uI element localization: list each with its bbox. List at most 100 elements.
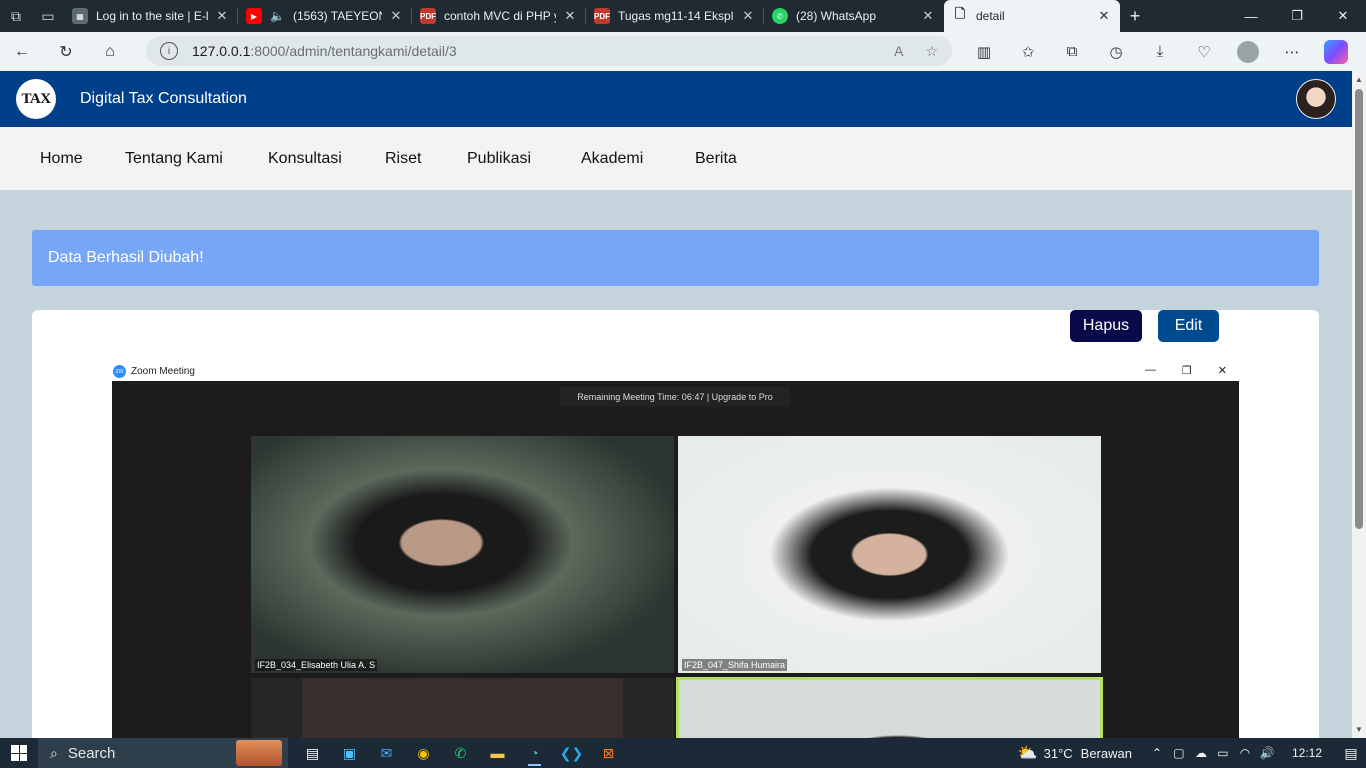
start-button[interactable] bbox=[0, 738, 38, 768]
favorites-icon[interactable]: ✩ bbox=[1006, 43, 1050, 61]
more-options-icon[interactable]: ⋯ bbox=[1270, 43, 1314, 61]
delete-button[interactable]: Hapus bbox=[1070, 310, 1142, 342]
browser-tab-youtube[interactable]: ▶ 🔈 (1563) TAEYEON ✕ bbox=[238, 0, 412, 32]
zoom-window-title: Zoom Meeting bbox=[131, 366, 195, 377]
whatsapp-icon[interactable]: ✆ bbox=[442, 738, 479, 768]
notification-icon[interactable]: ▤ bbox=[1336, 745, 1366, 762]
tab-actions-icon[interactable]: ▭ bbox=[32, 0, 64, 32]
close-tab-icon[interactable]: ✕ bbox=[214, 8, 230, 24]
windows-taskbar: ⌕ Search ▤ ▣ ✉ ◉ ✆ ▬ ◔ ❮❯ ⊠ ⛅ 31°C Beraw… bbox=[0, 738, 1366, 768]
scroll-up-icon[interactable]: ▲ bbox=[1355, 75, 1363, 84]
tab-title: (28) WhatsApp bbox=[796, 9, 877, 23]
restore-icon[interactable]: ❐ bbox=[1274, 0, 1320, 32]
xampp-icon[interactable]: ⊠ bbox=[590, 738, 627, 768]
site-info-icon[interactable]: i bbox=[160, 42, 178, 60]
zoom-video-area: Remaining Meeting Time: 06:47 | Upgrade … bbox=[112, 381, 1239, 750]
zoom-timer: Remaining Meeting Time: 06:47 | Upgrade … bbox=[560, 387, 790, 407]
close-tab-icon[interactable]: ✕ bbox=[388, 8, 404, 24]
site-brand[interactable]: Digital Tax Consultation bbox=[80, 90, 247, 108]
browser-tab-pdf-mvc[interactable]: PDF contoh MVC di PHP y ✕ bbox=[412, 0, 586, 32]
close-tab-icon[interactable]: ✕ bbox=[1096, 8, 1112, 24]
home-icon[interactable]: ⌂ bbox=[88, 32, 132, 71]
url-path: :8000/admin/tentangkami/detail/3 bbox=[250, 43, 457, 59]
profile-avatar[interactable] bbox=[1237, 40, 1259, 63]
nav-berita[interactable]: Berita bbox=[695, 150, 737, 168]
new-tab-button[interactable]: + bbox=[1120, 6, 1150, 27]
search-highlight-icon bbox=[236, 740, 282, 766]
downloads-icon[interactable]: ⤓ bbox=[1138, 43, 1182, 60]
close-tab-icon[interactable]: ✕ bbox=[740, 8, 756, 24]
battery-icon[interactable]: ▭ bbox=[1212, 746, 1234, 760]
url-input[interactable]: i 127.0.0.1:8000/admin/tentangkami/detai… bbox=[146, 36, 952, 66]
browser-tab-moodle[interactable]: ▦ Log in to the site | E-le ✕ bbox=[64, 0, 238, 32]
scroll-thumb[interactable] bbox=[1355, 89, 1363, 529]
nav-home[interactable]: Home bbox=[40, 150, 83, 168]
vscode-icon[interactable]: ❮❯ bbox=[553, 738, 590, 768]
browser-toolbar: ▥ ✩ ⧉ ◷ ⤓ ♡ ⋯ bbox=[962, 32, 1348, 71]
site-header: TAX Digital Tax Consultation bbox=[0, 71, 1352, 127]
window-controls: — ❐ ✕ bbox=[1228, 0, 1366, 32]
tab-title: (1563) TAEYEON bbox=[292, 9, 382, 23]
browser-tab-detail[interactable]: 🗋 detail ✕ bbox=[944, 0, 1120, 32]
mail-icon[interactable]: ✉ bbox=[368, 738, 405, 768]
detail-card: Hapus Edit zm Zoom Meeting — ❐ ✕ Remaini… bbox=[32, 310, 1319, 750]
zoom-window-titlebar: zm Zoom Meeting — ❐ ✕ bbox=[112, 362, 1239, 381]
back-icon[interactable]: ← bbox=[0, 32, 44, 71]
temperature[interactable]: 31°C bbox=[1044, 746, 1073, 761]
search-icon: ⌕ bbox=[50, 744, 58, 761]
close-window-icon[interactable]: ✕ bbox=[1320, 0, 1366, 32]
tab-title: Tugas mg11-14 Ekspl bbox=[618, 9, 734, 23]
tab-title: contoh MVC di PHP y bbox=[444, 9, 556, 23]
split-screen-icon[interactable]: ▥ bbox=[962, 43, 1006, 61]
minimize-icon[interactable]: — bbox=[1228, 0, 1274, 32]
nav-akademi[interactable]: Akademi bbox=[581, 150, 643, 168]
weather-condition[interactable]: Berawan bbox=[1081, 746, 1132, 761]
store-icon[interactable]: ▣ bbox=[331, 738, 368, 768]
nav-tentang-kami[interactable]: Tentang Kami bbox=[125, 150, 223, 168]
nav-publikasi[interactable]: Publikasi bbox=[467, 150, 531, 168]
moodle-icon: ▦ bbox=[72, 8, 88, 24]
nav-konsultasi[interactable]: Konsultasi bbox=[268, 150, 342, 168]
pdf-icon: PDF bbox=[420, 8, 436, 24]
task-view-icon[interactable]: ▤ bbox=[294, 738, 331, 768]
chevron-up-icon[interactable]: ⌃ bbox=[1146, 746, 1168, 760]
zoom-restore-icon: ❐ bbox=[1181, 365, 1192, 377]
page-scrollbar[interactable]: ▲ ▼ bbox=[1352, 71, 1366, 738]
page-icon: 🗋 bbox=[954, 6, 966, 21]
file-explorer-icon[interactable]: ▬ bbox=[479, 738, 516, 768]
collections-icon[interactable]: ⧉ bbox=[1050, 43, 1094, 60]
nav-riset[interactable]: Riset bbox=[385, 150, 421, 168]
close-tab-icon[interactable]: ✕ bbox=[562, 8, 578, 24]
video-tile: IF2B_047_Shifa Humaira bbox=[678, 436, 1101, 673]
refresh-icon[interactable]: ↻ bbox=[44, 32, 88, 71]
read-aloud-icon[interactable]: A bbox=[894, 43, 903, 60]
site-nav: Home Tentang Kami Konsultasi Riset Publi… bbox=[0, 127, 1352, 190]
user-avatar[interactable] bbox=[1296, 79, 1336, 119]
history-icon[interactable]: ◷ bbox=[1094, 43, 1138, 61]
close-tab-icon[interactable]: ✕ bbox=[920, 8, 936, 24]
meet-now-icon[interactable]: ▢ bbox=[1168, 746, 1190, 760]
success-alert: Data Berhasil Diubah! bbox=[32, 230, 1319, 286]
weather-icon[interactable]: ⛅ bbox=[1018, 743, 1038, 763]
wifi-icon[interactable]: ◠ bbox=[1234, 746, 1256, 760]
onedrive-icon[interactable]: ☁ bbox=[1190, 746, 1212, 760]
edge-icon[interactable]: ◔ bbox=[516, 738, 553, 768]
volume-icon[interactable]: 🔊 bbox=[1256, 746, 1278, 760]
browser-tab-strip: ⧉ ▭ ▦ Log in to the site | E-le ✕ ▶ 🔈 (1… bbox=[0, 0, 1366, 32]
performance-icon[interactable]: ♡ bbox=[1182, 43, 1226, 61]
workspaces-icon[interactable]: ⧉ bbox=[0, 0, 32, 32]
youtube-icon: ▶ bbox=[246, 8, 262, 24]
browser-tab-whatsapp[interactable]: ✆ (28) WhatsApp ✕ bbox=[764, 0, 944, 32]
scroll-down-icon[interactable]: ▼ bbox=[1355, 725, 1363, 734]
chrome-icon[interactable]: ◉ bbox=[405, 738, 442, 768]
edit-button[interactable]: Edit bbox=[1158, 310, 1219, 342]
clock[interactable]: 12:12 bbox=[1292, 746, 1322, 760]
copilot-icon[interactable] bbox=[1324, 39, 1348, 64]
speaker-icon[interactable]: 🔈 bbox=[270, 9, 285, 23]
browser-tab-pdf-tugas[interactable]: PDF Tugas mg11-14 Ekspl ✕ bbox=[586, 0, 764, 32]
tab-title: Log in to the site | E-le bbox=[96, 9, 208, 23]
taskbar-search[interactable]: ⌕ Search bbox=[38, 738, 288, 768]
zoom-close-icon: ✕ bbox=[1217, 365, 1227, 377]
site-logo[interactable]: TAX bbox=[16, 79, 56, 119]
favorite-star-icon[interactable]: ☆ bbox=[925, 43, 938, 60]
